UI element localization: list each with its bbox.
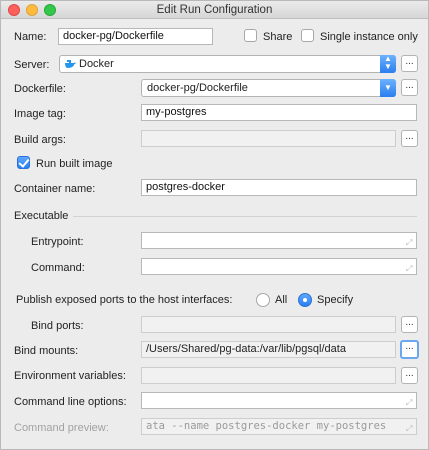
cmd-preview-value: ata --name postgres-docker my-postgres: [146, 420, 387, 432]
container-name-input[interactable]: postgres-docker: [141, 179, 417, 196]
build-args-browse-button[interactable]: ...: [401, 130, 418, 147]
executable-separator: [73, 216, 417, 217]
publish-specify-label: Specify: [317, 294, 354, 306]
cmd-options-label: Command line options:: [14, 396, 127, 408]
bind-mounts-label: Bind mounts:: [14, 345, 79, 357]
publish-ports-label: Publish exposed ports to the host interf…: [16, 294, 233, 306]
entrypoint-label: Entrypoint:: [31, 236, 84, 248]
build-args-label: Build args:: [14, 134, 66, 146]
cmd-preview-field: ata --name postgres-docker my-postgres ⤢: [141, 418, 417, 435]
share-checkbox[interactable]: [244, 29, 257, 42]
dockerfile-browse-button[interactable]: ...: [401, 79, 418, 96]
edit-run-configuration-dialog: Edit Run Configuration Name: docker-pg/D…: [0, 0, 429, 450]
bind-mounts-input[interactable]: /Users/Shared/pg-data:/var/lib/pgsql/dat…: [141, 341, 396, 358]
publish-specify-radio[interactable]: [298, 293, 312, 307]
title-bar: Edit Run Configuration: [1, 1, 428, 19]
expand-icon[interactable]: ⤢: [406, 265, 414, 273]
build-args-input[interactable]: [141, 130, 396, 147]
dockerfile-dropdown[interactable]: docker-pg/Dockerfile ▼: [141, 79, 396, 97]
command-input[interactable]: ⤢: [141, 258, 417, 275]
single-instance-label: Single instance only: [320, 31, 418, 43]
expand-icon[interactable]: ⤢: [406, 399, 414, 407]
image-tag-input[interactable]: my-postgres: [141, 104, 417, 121]
env-vars-input[interactable]: [141, 367, 396, 384]
chevron-down-icon[interactable]: ▼: [380, 79, 396, 97]
name-label: Name:: [14, 31, 47, 43]
bind-ports-label: Bind ports:: [31, 320, 84, 332]
executable-section-title: Executable: [14, 210, 69, 222]
server-label: Server:: [14, 59, 50, 71]
expand-icon[interactable]: ⤢: [406, 239, 414, 247]
dockerfile-label: Dockerfile:: [14, 83, 66, 95]
chevron-updown-icon[interactable]: ▲ ▼: [380, 55, 396, 73]
name-input[interactable]: docker-pg/Dockerfile: [58, 28, 213, 45]
publish-all-label: All: [275, 294, 288, 306]
expand-icon[interactable]: ⤢: [406, 425, 414, 433]
run-built-image-label: Run built image: [36, 158, 113, 170]
cmd-preview-label: Command preview:: [14, 422, 109, 434]
single-instance-checkbox[interactable]: [301, 29, 314, 42]
env-vars-label: Environment variables:: [14, 370, 126, 382]
cmd-options-input[interactable]: ⤢: [141, 392, 417, 409]
command-label: Command:: [31, 262, 85, 274]
bind-ports-input[interactable]: [141, 316, 396, 333]
dockerfile-value: docker-pg/Dockerfile: [147, 82, 248, 94]
share-label: Share: [263, 31, 293, 43]
window-title: Edit Run Configuration: [156, 4, 273, 16]
server-browse-button[interactable]: ...: [401, 55, 418, 72]
bind-mounts-browse-button[interactable]: ...: [400, 340, 419, 359]
docker-whale-icon: [65, 60, 76, 68]
entrypoint-input[interactable]: ⤢: [141, 232, 417, 249]
server-dropdown[interactable]: Docker ▲ ▼: [59, 55, 396, 73]
bind-ports-browse-button[interactable]: ...: [401, 316, 418, 333]
env-vars-browse-button[interactable]: ...: [401, 367, 418, 384]
container-name-label: Container name:: [14, 183, 96, 195]
server-value: Docker: [79, 58, 114, 70]
run-built-image-checkbox[interactable]: [17, 156, 30, 169]
publish-all-radio[interactable]: [256, 293, 270, 307]
image-tag-label: Image tag:: [14, 108, 66, 120]
